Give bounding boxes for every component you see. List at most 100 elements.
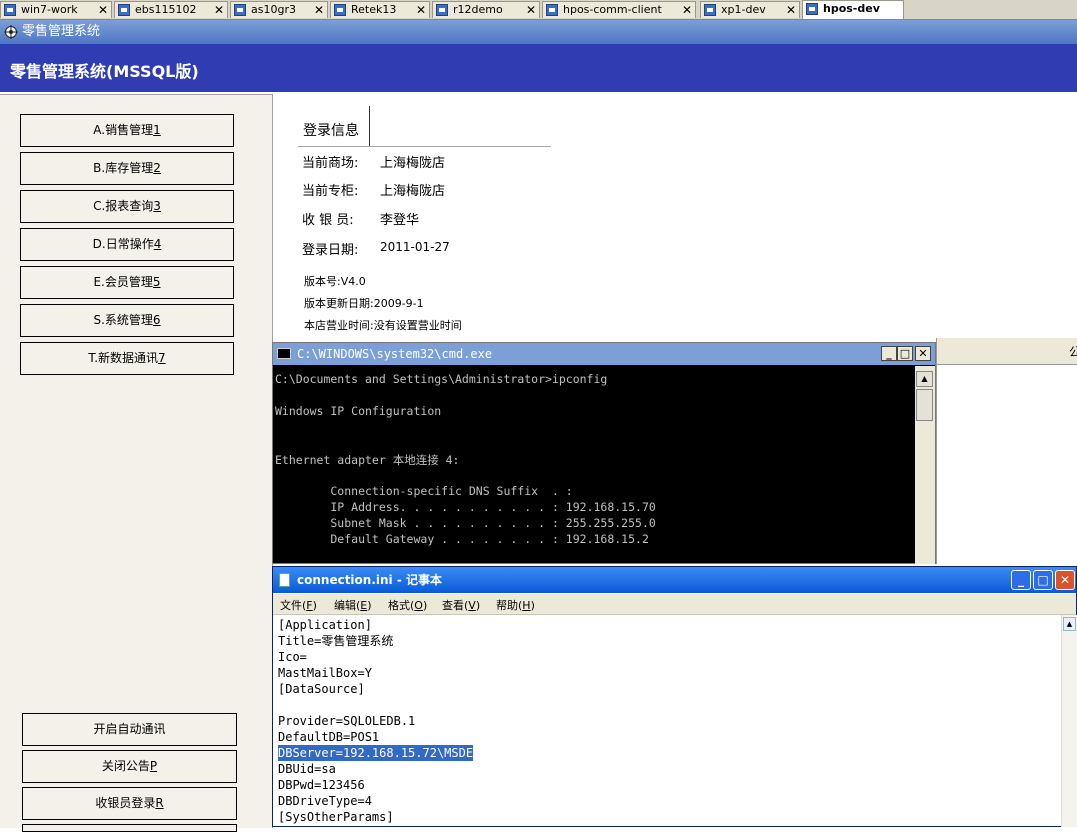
menu-daily-ops-button[interactable]: D.日常操作4	[20, 228, 234, 261]
close-icon[interactable]: ✕	[314, 2, 324, 18]
divider	[298, 146, 551, 147]
close-notice-button[interactable]: 关闭公告P	[22, 750, 237, 783]
maximize-button[interactable]: □	[1033, 570, 1053, 590]
auto-comm-button[interactable]: 开启自动通讯	[22, 713, 237, 746]
login-date-value: 2011-01-27	[380, 240, 450, 254]
app-gear-icon	[4, 25, 18, 39]
tab-ebs115102[interactable]: ebs115102 ✕	[114, 1, 228, 18]
app-title: 零售管理系统	[22, 24, 101, 39]
version-text: 版本号:V4.0	[304, 275, 366, 288]
menu-label: 编辑	[334, 599, 356, 612]
tab-as10gr3[interactable]: as10gr3 ✕	[230, 1, 328, 18]
mall-value: 上海梅陇店	[380, 156, 446, 171]
login-info-panel: 登录信息 当前商场: 上海梅陇店 当前专柜: 上海梅陇店 收 银 员: 李登华 …	[273, 94, 1077, 338]
text-line: [Application]	[278, 618, 372, 632]
cmd-title-bar[interactable]: C:\WINDOWS\system32\cmd.exe _ □ ✕	[273, 343, 935, 365]
cashier-login-button[interactable]: 收银员登录R	[22, 787, 237, 820]
scrollbar-thumb[interactable]	[916, 389, 933, 421]
tab-label: xp1-dev	[721, 3, 766, 16]
close-icon[interactable]: ✕	[526, 2, 536, 18]
menu-file[interactable]: 文件(F)	[280, 597, 317, 613]
menu-label: D.日常操作	[92, 237, 154, 251]
menu-label: B.库存管理	[93, 161, 154, 175]
tab-label: hpos-dev	[823, 2, 880, 15]
button-label: 收银员登录	[95, 796, 156, 810]
button-hotkey: R	[155, 796, 164, 810]
button-label: 关闭公告	[101, 759, 150, 773]
app-title-bar: 零售管理系统	[0, 20, 1077, 44]
close-button[interactable]: ✕	[1055, 570, 1075, 590]
tab-retek13[interactable]: Retek13 ✕	[330, 1, 430, 18]
cmd-line: Default Gateway . . . . . . . . : 192.16…	[275, 532, 649, 546]
button-label: 开启自动通讯	[93, 722, 166, 736]
close-icon[interactable]: ✕	[786, 2, 796, 18]
divider	[369, 106, 370, 146]
selected-text-line: DBServer=192.168.15.72\MSDE	[278, 745, 474, 761]
button-hotkey: P	[149, 759, 158, 773]
maximize-button[interactable]: □	[897, 346, 913, 361]
partial-button[interactable]	[22, 824, 237, 832]
menu-label: 查看	[442, 599, 464, 612]
close-button[interactable]: ✕	[915, 346, 931, 361]
menu-hotkey: O	[414, 599, 423, 612]
menu-label: E.会员管理	[93, 275, 153, 289]
remote-desktop-icon	[546, 4, 558, 16]
tab-win7-work[interactable]: win7-work ✕	[0, 1, 112, 18]
cmd-line: Windows IP Configuration	[275, 404, 442, 418]
menu-members-button[interactable]: E.会员管理5	[20, 266, 234, 299]
menu-hotkey: 7	[158, 351, 166, 365]
app-header-banner: 零售管理系统(MSSQL版)	[0, 44, 1077, 92]
menu-sales-button[interactable]: A.销售管理1	[20, 114, 234, 147]
close-icon[interactable]: ✕	[98, 2, 108, 18]
cmd-scrollbar[interactable]: ▲	[915, 366, 935, 564]
menu-hotkey: 6	[152, 313, 161, 327]
counter-value: 上海梅陇店	[380, 184, 446, 199]
text-line: MastMailBox=Y	[278, 666, 372, 680]
menu-help[interactable]: 帮助(H)	[496, 597, 535, 613]
cmd-output[interactable]: C:\Documents and Settings\Administrator>…	[273, 366, 915, 564]
menu-hotkey: F	[306, 599, 313, 612]
menu-hotkey: 1	[153, 123, 161, 137]
menu-reports-button[interactable]: C.报表查询3	[20, 190, 234, 223]
scroll-up-arrow-icon[interactable]: ▲	[916, 371, 933, 387]
menu-view[interactable]: 查看(V)	[442, 597, 480, 613]
text-line: Ico=	[278, 650, 307, 664]
menu-edit[interactable]: 编辑(E)	[334, 597, 372, 613]
close-icon[interactable]: ✕	[682, 2, 692, 18]
menu-hotkey: 5	[152, 275, 161, 289]
cmd-window[interactable]: C:\WINDOWS\system32\cmd.exe _ □ ✕ C:\Doc…	[272, 342, 936, 564]
minimize-button[interactable]: _	[881, 346, 897, 361]
notepad-title-bar[interactable]: connection.ini - 记事本 _ □ ✕	[273, 567, 1076, 593]
cmd-line: IP Address. . . . . . . . . . . : 192.16…	[275, 500, 656, 514]
cmd-line: Subnet Mask . . . . . . . . . . : 255.25…	[275, 516, 656, 530]
cashier-value: 李登华	[380, 213, 420, 228]
text-line: [SysOtherParams]	[278, 810, 394, 824]
background-window-fragment: 公	[936, 338, 1077, 564]
tab-xp1-dev[interactable]: xp1-dev ✕	[700, 1, 800, 18]
tab-hpos-dev[interactable]: hpos-dev	[802, 0, 904, 19]
tab-hpos-comm-client[interactable]: hpos-comm-client ✕	[542, 1, 696, 18]
scroll-up-arrow-icon[interactable]: ▲	[1063, 617, 1076, 631]
menu-system-button[interactable]: S.系统管理6	[20, 304, 234, 337]
notepad-text-area[interactable]: [Application] Title=零售管理系统 Ico= MastMail…	[273, 615, 1061, 827]
menu-format[interactable]: 格式(O)	[388, 597, 427, 613]
notepad-window[interactable]: connection.ini - 记事本 _ □ ✕ 文件(F) 编辑(E) 格…	[272, 566, 1077, 827]
menu-data-comm-button[interactable]: T.新数据通讯7	[20, 342, 234, 375]
tab-r12demo[interactable]: r12demo ✕	[432, 1, 540, 18]
menu-label: C.报表查询	[93, 199, 154, 213]
menu-hotkey: V	[468, 599, 476, 612]
menu-hotkey: H	[522, 599, 531, 612]
minimize-button[interactable]: _	[1011, 570, 1031, 590]
menu-hotkey: 2	[153, 161, 161, 175]
close-icon[interactable]: ✕	[214, 2, 224, 18]
notepad-scrollbar[interactable]: ▲	[1061, 615, 1077, 827]
menu-inventory-button[interactable]: B.库存管理2	[20, 152, 234, 185]
remote-desktop-icon	[118, 4, 130, 16]
cmd-line: Ethernet adapter 本地连接 4:	[275, 453, 460, 467]
tab-label: Retek13	[351, 3, 397, 16]
menu-hotkey: 4	[153, 237, 162, 251]
menu-hotkey: E	[360, 599, 368, 612]
cashier-label: 收 银 员:	[302, 213, 354, 228]
remote-desktop-icon	[4, 4, 16, 16]
close-icon[interactable]: ✕	[416, 2, 426, 18]
